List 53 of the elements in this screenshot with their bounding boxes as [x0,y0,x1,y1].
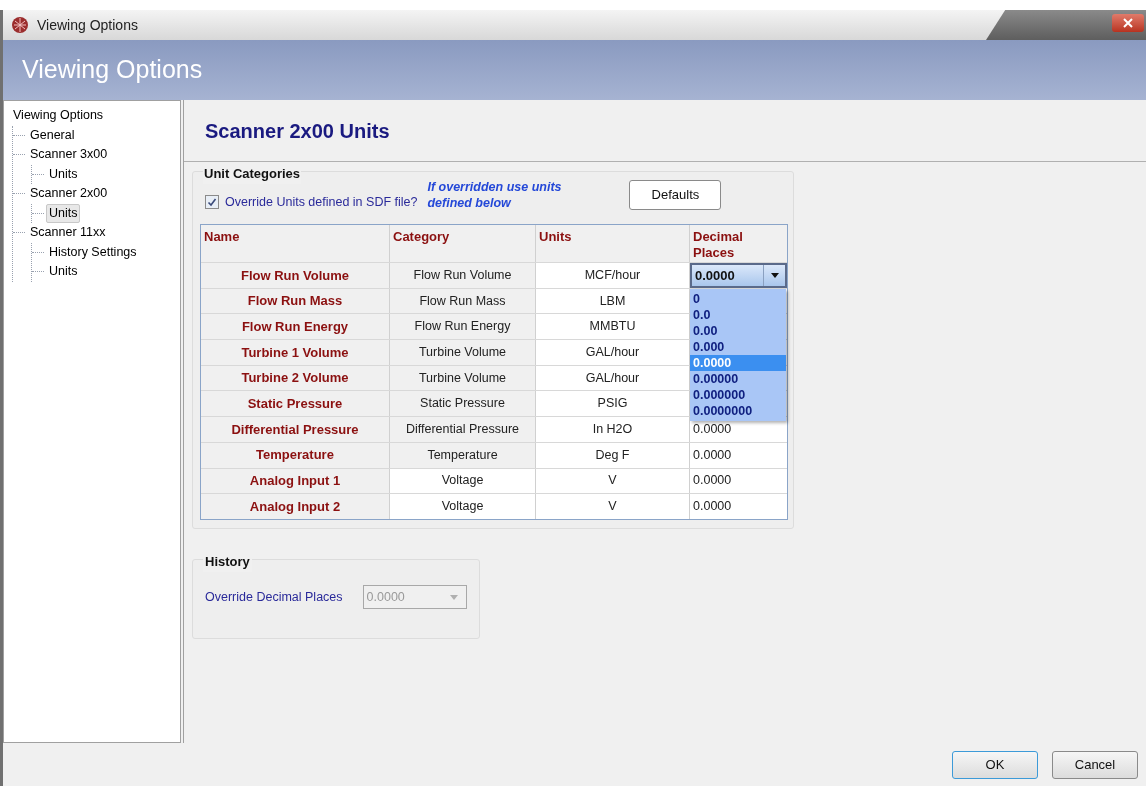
dropdown-option[interactable]: 0 [690,291,786,307]
override-note: If overridden use units defined below [427,179,563,211]
table-cell: GAL/hour [536,365,690,391]
override-label: Override Units defined in SDF file? [225,194,418,211]
table-cell: LBM [536,288,690,314]
table-cell: Voltage [390,494,536,519]
dropdown-option[interactable]: 0.000000 [690,387,786,403]
defaults-button[interactable]: Defaults [629,180,722,210]
dropdown-option[interactable]: 0.0 [690,307,786,323]
tree-item[interactable]: Scanner 2x00 [27,184,111,204]
table-cell: PSIG [536,391,690,417]
table-cell-text: 0.0000 [692,498,732,516]
column-header: Name [201,225,390,262]
app-logo-icon [11,16,29,34]
tree-item[interactable]: Scanner 11xx [27,223,109,243]
dropdown-option[interactable]: 0.00 [690,323,786,339]
table-cell: MMBTU [536,314,690,340]
dropdown-option[interactable]: 0.00000 [690,371,786,387]
table-cell: V [536,468,690,494]
page-title: Scanner 2x00 Units [205,118,390,144]
cancel-button[interactable]: Cancel [1052,750,1138,779]
tree-item[interactable]: General [27,125,78,145]
window-title: Viewing Options [37,15,138,35]
column-header: Category [390,225,536,262]
tree-item[interactable]: Scanner 3x00 [27,145,111,165]
table-cell: In H2O [536,417,690,442]
close-button[interactable] [1112,14,1144,32]
dropdown-option[interactable]: 0.000 [690,339,786,355]
tree-item[interactable]: History Settings [46,242,140,262]
close-icon [1123,18,1133,28]
table-cell: GAL/hour [536,340,690,365]
table-cell: Voltage [390,468,536,494]
table-cell-text: 0.0000 [692,421,732,439]
header-title: Viewing Options [22,54,203,86]
tree-item[interactable]: Units [46,164,81,184]
override-decimal-label: Override Decimal Places [205,588,343,606]
check-icon [207,197,217,208]
table-cell: V [536,494,690,519]
column-header: Decimal Places [692,228,744,262]
tree-item[interactable]: Units [46,262,81,282]
caret-icon [449,594,458,600]
dropdown-option[interactable]: 0.0000000 [690,403,786,419]
ok-button[interactable]: OK [952,750,1038,779]
table-cell-text: 0.0000 [692,446,732,464]
table-cell-text: 0.0000 [692,472,732,490]
override-checkbox[interactable] [205,195,219,210]
table-cell: Deg F [536,442,690,468]
tree-item[interactable]: Units [46,203,81,223]
caret-icon [770,272,779,278]
decimal-dropdown[interactable]: 0.0000 [690,262,787,288]
tree-item[interactable]: Viewing Options [10,106,107,126]
table-cell: MCF/hour [536,263,690,288]
column-header: Units [536,225,690,262]
